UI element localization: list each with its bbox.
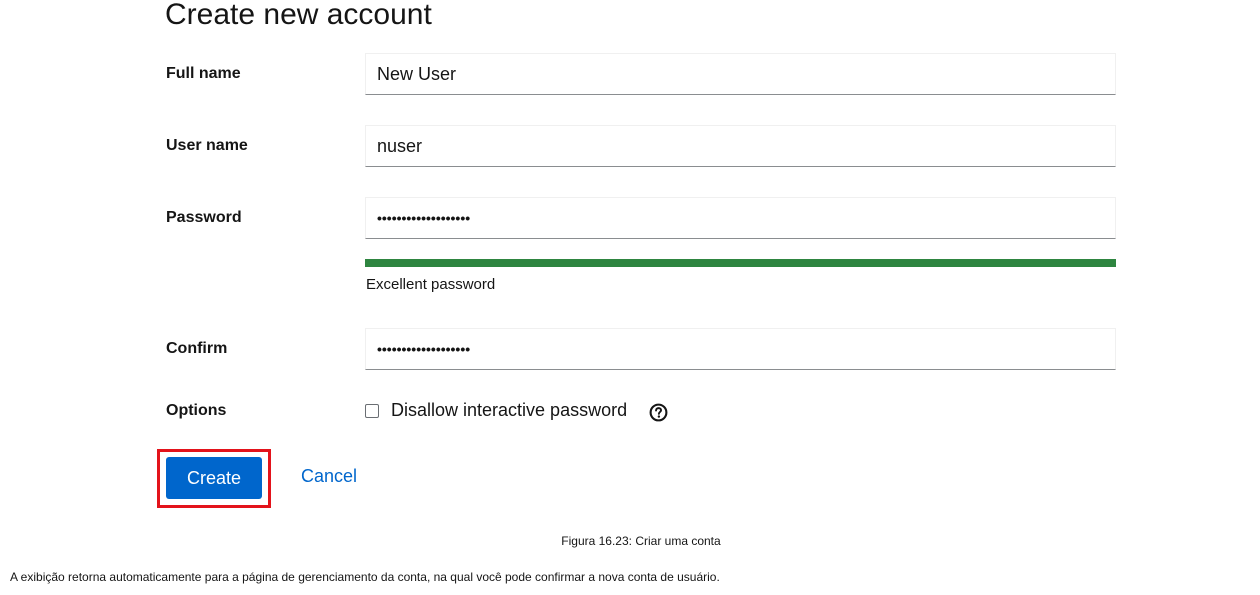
cancel-link[interactable]: Cancel: [301, 466, 357, 487]
password-field[interactable]: •••••••••••••••••••: [365, 197, 1116, 239]
full-name-field[interactable]: New User: [365, 53, 1116, 95]
user-name-field[interactable]: nuser: [365, 125, 1116, 167]
options-label: Options: [166, 402, 227, 419]
password-strength-fill: [365, 259, 1116, 267]
create-button[interactable]: Create: [166, 457, 262, 499]
figure-caption: Figura 16.23: Criar uma conta: [561, 534, 721, 548]
page: Create new account Full name New User Us…: [0, 0, 1260, 595]
confirm-password-field[interactable]: •••••••••••••••••••: [365, 328, 1116, 370]
dialog-title: Create new account: [165, 0, 432, 31]
password-strength-bar: [365, 259, 1116, 267]
help-circle-icon[interactable]: [649, 403, 668, 422]
disallow-interactive-password-label[interactable]: Disallow interactive password: [391, 400, 627, 421]
body-paragraph: A exibição retorna automaticamente para …: [10, 570, 720, 584]
confirm-label: Confirm: [166, 340, 228, 357]
disallow-interactive-password-checkbox[interactable]: [365, 404, 379, 418]
full-name-label: Full name: [166, 65, 241, 82]
password-strength-text: Excellent password: [366, 276, 496, 293]
user-name-label: User name: [166, 137, 248, 154]
password-label: Password: [166, 209, 242, 226]
